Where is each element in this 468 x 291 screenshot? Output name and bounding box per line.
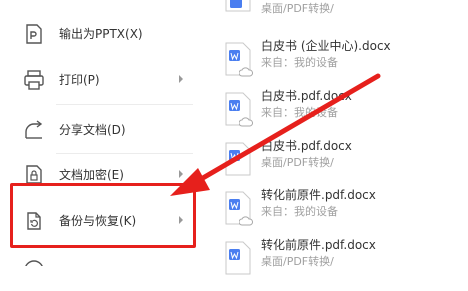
file-name: 转化前原件.pdf.docx bbox=[261, 238, 376, 252]
cloud-icon bbox=[238, 211, 254, 226]
file-location: 来自：我的设备 bbox=[261, 56, 338, 69]
file-row[interactable]: 白皮书 (企业中心).docx 来自：我的设备 bbox=[200, 38, 468, 92]
file-name: 白皮书 (企业中心).docx bbox=[261, 39, 391, 53]
menu-item-label: 文档加密(E) bbox=[59, 168, 124, 182]
file-location: 来自：我的设备 bbox=[261, 205, 338, 218]
file-location: 来自：我的设备 bbox=[261, 106, 338, 119]
menu-item-label: 打印(P) bbox=[59, 73, 100, 87]
file-row[interactable]: 白皮书.pdf.docx 桌面/PDF转换/ bbox=[200, 138, 468, 192]
menu-divider bbox=[56, 104, 193, 105]
file-row[interactable]: 转化前原件.pdf.docx 来自：我的设备 bbox=[200, 187, 468, 241]
menu-item-print[interactable]: 打印(P) bbox=[0, 60, 200, 100]
highlight-box bbox=[10, 183, 196, 248]
cloud-icon bbox=[238, 112, 254, 127]
word-doc-icon bbox=[224, 241, 252, 275]
file-row[interactable]: 白皮书.pdf.docx 来自：我的设备 bbox=[200, 88, 468, 142]
menu-item-share[interactable]: 分享文档(D) bbox=[0, 110, 200, 150]
share-icon bbox=[22, 118, 46, 142]
file-location: 桌面/PDF转换/ bbox=[261, 255, 334, 268]
word-doc-icon bbox=[224, 0, 252, 12]
menu-divider bbox=[56, 153, 193, 154]
ppt-export-icon bbox=[22, 22, 46, 46]
file-name: 白皮书.pdf.docx bbox=[261, 139, 352, 153]
chevron-right-icon bbox=[179, 75, 183, 83]
recent-files-list: 桌面/PDF转换/ 白皮书 (企业中心).docx 来自：我的设备 白皮书.pd… bbox=[200, 0, 468, 275]
chevron-right-icon bbox=[179, 170, 183, 178]
file-location: 桌面/PDF转换/ bbox=[261, 156, 334, 169]
file-location: 桌面/PDF转换/ bbox=[261, 2, 334, 15]
cloud-icon bbox=[238, 62, 254, 77]
printer-icon bbox=[22, 68, 46, 92]
menu-item-label: 分享文档(D) bbox=[59, 123, 126, 137]
file-name: 白皮书.pdf.docx bbox=[261, 89, 352, 103]
word-doc-icon bbox=[224, 142, 252, 176]
partial-menu-icon bbox=[22, 258, 46, 266]
file-row[interactable]: 转化前原件.pdf.docx 桌面/PDF转换/ bbox=[200, 237, 468, 291]
menu-item-export-pptx[interactable]: 输出为PPTX(X) bbox=[0, 14, 200, 54]
menu-item-label: 输出为PPTX(X) bbox=[59, 27, 143, 41]
file-name: 转化前原件.pdf.docx bbox=[261, 188, 376, 202]
